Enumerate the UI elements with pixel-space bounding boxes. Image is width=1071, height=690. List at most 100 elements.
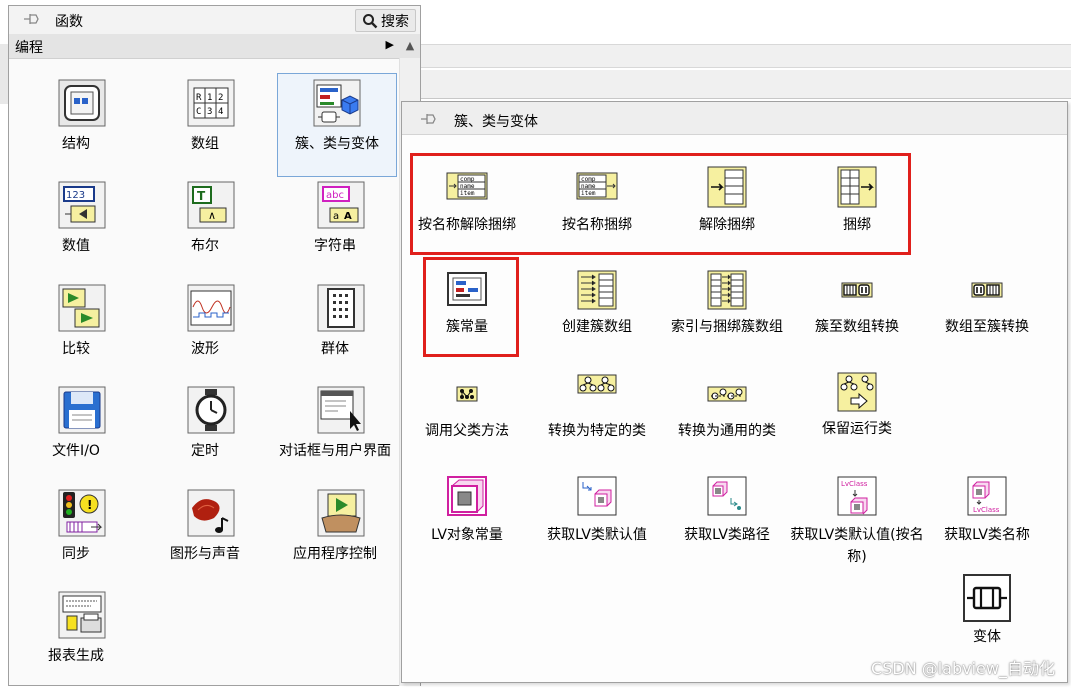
pin-icon[interactable] bbox=[420, 112, 438, 126]
waveform-icon bbox=[186, 283, 236, 333]
svg-text:R: R bbox=[196, 93, 202, 103]
synchronization-icon: ! bbox=[57, 488, 107, 538]
svg-text:123: 123 bbox=[66, 190, 85, 201]
palette-item-array[interactable]: R12 C34 数组 bbox=[143, 78, 267, 178]
index-bundle-cluster-array-icon bbox=[707, 270, 747, 310]
search-label: 搜索 bbox=[381, 13, 409, 30]
array-icon: R12 C34 bbox=[186, 78, 236, 128]
dialog-ui-icon bbox=[316, 385, 366, 435]
category-bar[interactable]: 编程 ▶ bbox=[9, 34, 420, 59]
palette-item-app-control[interactable]: 应用程序控制 bbox=[273, 488, 397, 588]
call-parent-method-icon bbox=[456, 386, 478, 402]
subpalette-item-label: 变体 bbox=[973, 629, 1001, 645]
subpalette-item-label: 转换为通用的类 bbox=[678, 423, 776, 439]
palette-item-label: 波形 bbox=[191, 341, 219, 357]
palette-item-label: 字符串 bbox=[314, 238, 356, 254]
subpalette-item-label: 调用父类方法 bbox=[425, 423, 509, 439]
palette-item-boolean[interactable]: T ∧ 布尔 bbox=[143, 180, 267, 280]
palette-item-comparison[interactable]: 比较 bbox=[14, 283, 138, 383]
group-icon bbox=[316, 283, 366, 333]
scroll-up-icon[interactable]: ▲ bbox=[400, 34, 420, 58]
subpalette-item-label: 转换为特定的类 bbox=[548, 423, 646, 439]
subpalette-item-preserve-runtime-class[interactable]: 保留运行类 bbox=[792, 372, 922, 472]
subpalette-title: 簇、类与变体 bbox=[454, 114, 538, 130]
palette-item-label: 结构 bbox=[62, 136, 90, 152]
subpalette-header: 簇、类与变体 bbox=[402, 102, 1067, 135]
svg-text:LvClass: LvClass bbox=[841, 480, 868, 488]
svg-text:1: 1 bbox=[207, 93, 212, 103]
file-io-icon bbox=[57, 385, 107, 435]
to-more-specific-class-icon bbox=[577, 374, 617, 394]
subpalette-item-lv-object-constant[interactable]: LV对象常量 bbox=[402, 476, 532, 576]
subpalette-item-build-cluster-array[interactable]: 创建簇数组 bbox=[532, 270, 662, 370]
palette-item-timing[interactable]: 定时 bbox=[143, 385, 267, 485]
report-generation-icon bbox=[57, 590, 107, 640]
palette-item-label: 数组 bbox=[191, 136, 219, 152]
numeric-icon: 123 bbox=[57, 180, 107, 230]
subpalette-item-array-to-cluster[interactable]: 数组至簇转换 bbox=[922, 282, 1052, 382]
palette-item-group[interactable]: 群体 bbox=[273, 283, 397, 383]
palette-item-synchronization[interactable]: ! 同步 bbox=[14, 488, 138, 588]
watermark: CSDN @labview_自动化 bbox=[871, 659, 1055, 678]
search-button[interactable]: 搜索 bbox=[355, 9, 416, 32]
subpalette-item-call-parent-method[interactable]: 调用父类方法 bbox=[402, 386, 532, 486]
category-label: 编程 bbox=[15, 40, 43, 56]
search-icon bbox=[363, 13, 378, 28]
palette-item-label: 布尔 bbox=[191, 238, 219, 254]
variant-icon bbox=[963, 574, 1011, 622]
subpalette-item-index-bundle-cluster-array[interactable]: 索引与捆绑簇数组 bbox=[662, 270, 792, 370]
palette-item-report-generation[interactable]: 报表生成 bbox=[14, 590, 138, 690]
cluster-to-array-icon bbox=[841, 282, 873, 298]
palette-item-structures[interactable]: 结构 bbox=[14, 78, 138, 178]
subpalette-item-label: 簇至数组转换 bbox=[815, 319, 899, 335]
palette-item-cluster-class-variant[interactable]: 簇、类与变体 bbox=[277, 73, 397, 177]
highlight-box-bundle-group bbox=[410, 153, 911, 255]
svg-text:4: 4 bbox=[218, 107, 223, 117]
get-lv-class-name-icon: LvClass bbox=[967, 476, 1007, 516]
subpalette-item-label: LV对象常量 bbox=[431, 527, 503, 543]
subpalette-item-to-more-generic-class[interactable]: 转换为通用的类 bbox=[662, 386, 792, 486]
build-cluster-array-icon bbox=[577, 270, 617, 310]
functions-palette: 函数 搜索 编程 ▶ ▲ 结构 R12 C34 数组 簇、类与变体 123 数值 bbox=[8, 5, 421, 686]
palette-item-string[interactable]: abc a A 字符串 bbox=[273, 180, 397, 280]
timing-icon bbox=[186, 385, 236, 435]
subpalette-item-to-more-specific-class[interactable]: 转换为特定的类 bbox=[532, 374, 662, 474]
graphics-sound-icon bbox=[186, 488, 236, 538]
svg-text:3: 3 bbox=[207, 107, 212, 117]
palette-item-file-io[interactable]: 文件I/O bbox=[14, 385, 138, 485]
subpalette-item-get-lv-class-default-value[interactable]: 获取LV类默认值 bbox=[532, 476, 662, 576]
palette-item-label: 群体 bbox=[321, 341, 349, 357]
subpalette-item-get-lv-class-name[interactable]: LvClass 获取LV类名称 bbox=[922, 476, 1052, 576]
subpalette-item-cluster-to-array[interactable]: 簇至数组转换 bbox=[792, 282, 922, 382]
svg-text:A: A bbox=[344, 211, 352, 222]
palette-item-label: 数值 bbox=[62, 238, 90, 254]
subpalette-item-get-lv-class-path[interactable]: 获取LV类路径 bbox=[662, 476, 792, 576]
palette-item-numeric[interactable]: 123 数值 bbox=[14, 180, 138, 280]
palette-item-waveform[interactable]: 波形 bbox=[143, 283, 267, 383]
subpalette-item-label: 获取LV类名称 bbox=[944, 527, 1030, 543]
svg-text:LvClass: LvClass bbox=[973, 506, 1000, 514]
get-lv-class-path-icon bbox=[707, 476, 747, 516]
palette-item-label: 文件I/O bbox=[52, 443, 100, 459]
preserve-runtime-class-icon bbox=[837, 372, 877, 412]
structures-icon bbox=[57, 78, 107, 128]
subpalette-item-label: 数组至簇转换 bbox=[945, 319, 1029, 335]
palette-item-label: 同步 bbox=[62, 546, 90, 562]
get-lv-class-default-value-icon bbox=[577, 476, 617, 516]
subpalette-item-label: 创建簇数组 bbox=[562, 319, 632, 335]
highlight-box-cluster-constant bbox=[423, 257, 519, 357]
subpalette-item-label: 获取LV类默认值(按名称) bbox=[790, 527, 924, 565]
get-lv-class-default-value-by-name-icon: LvClass bbox=[837, 476, 877, 516]
pin-icon[interactable] bbox=[23, 12, 41, 26]
svg-text:C: C bbox=[196, 107, 201, 117]
lv-object-constant-icon bbox=[447, 476, 487, 516]
background-toolbar-2 bbox=[420, 70, 1071, 99]
subpalette-item-label: 获取LV类路径 bbox=[684, 527, 770, 543]
palette-item-graphics-sound[interactable]: 图形与声音 bbox=[143, 488, 267, 588]
palette-item-label: 定时 bbox=[191, 443, 219, 459]
boolean-icon: T ∧ bbox=[186, 180, 236, 230]
palette-item-dialog-ui[interactable]: 对话框与用户界面 bbox=[273, 385, 397, 485]
category-arrow-icon[interactable]: ▶ bbox=[386, 38, 394, 51]
svg-text:T: T bbox=[197, 189, 206, 203]
subpalette-item-get-lv-class-default-value-by-name[interactable]: LvClass 获取LV类默认值(按名称) bbox=[790, 476, 924, 576]
